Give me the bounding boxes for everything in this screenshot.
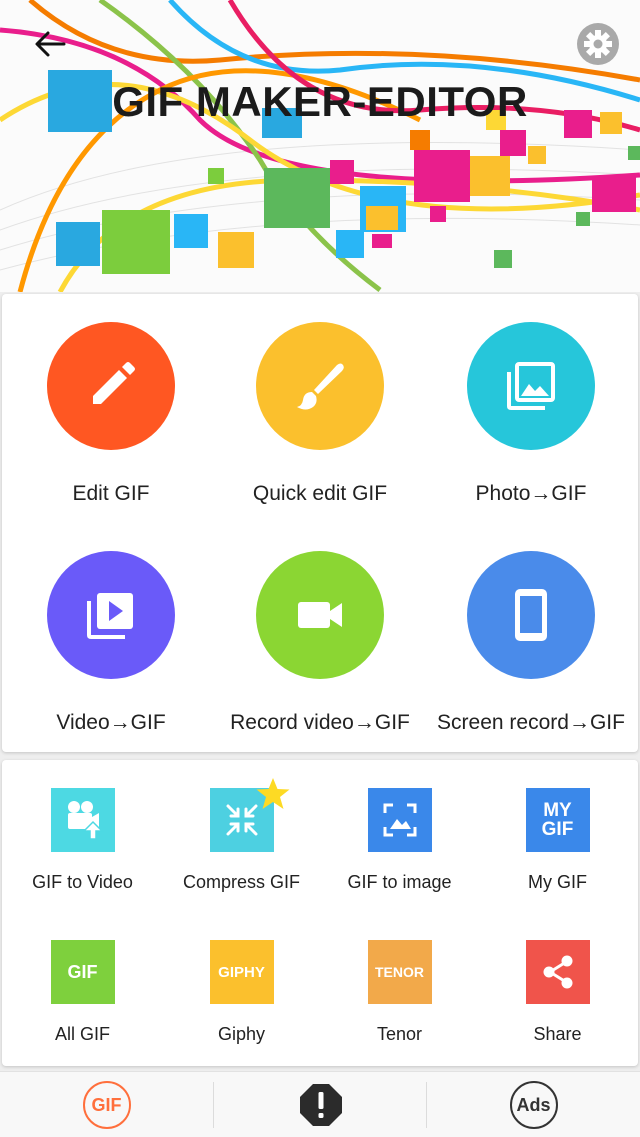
gif-to-image-button[interactable]: GIF to image bbox=[320, 788, 479, 893]
tenor-label: Tenor bbox=[376, 1024, 423, 1044]
edit-gif-button[interactable]: Edit GIF bbox=[5, 322, 217, 506]
giphy-tile-text: GIPHY bbox=[218, 963, 265, 981]
record-video-to-gif-button[interactable]: Record video→GIF bbox=[214, 551, 426, 735]
tenor-tile-text: TENOR bbox=[375, 963, 424, 980]
all-gif-tile-text: GIF bbox=[67, 961, 98, 982]
all-gif-button[interactable]: GIF All GIF bbox=[3, 940, 162, 1045]
extras-card: GIF to Video Compress GIF GIF to image M… bbox=[2, 760, 638, 1066]
nav-alert-button[interactable] bbox=[214, 1072, 427, 1137]
videocam-icon bbox=[256, 551, 384, 679]
my-gif-label: My GIF bbox=[528, 872, 587, 892]
nav-ads-button[interactable]: Ads bbox=[427, 1072, 640, 1137]
tenor-tile: TENOR bbox=[367, 940, 432, 1004]
screen-record-to-gif-button[interactable]: Screen record→GIF bbox=[425, 551, 637, 735]
app-title: GIF MAKER-EDITOR bbox=[112, 78, 528, 125]
compress-icon bbox=[209, 778, 289, 852]
gif-badge-icon: GIF bbox=[82, 1081, 131, 1129]
gif-to-video-button[interactable]: GIF to Video bbox=[3, 788, 162, 893]
header-banner: GIF MAKER-EDITOR bbox=[0, 0, 640, 292]
nav-gif-button[interactable]: GIF bbox=[0, 1072, 213, 1137]
share-button[interactable]: Share bbox=[478, 940, 637, 1045]
video-to-gif-label: Video→GIF bbox=[56, 711, 166, 734]
edit-gif-label: Edit GIF bbox=[72, 482, 150, 505]
giphy-button[interactable]: GIPHY Giphy bbox=[162, 940, 321, 1045]
gif-to-video-label: GIF to Video bbox=[32, 872, 133, 892]
star-icon bbox=[256, 778, 289, 809]
gear-icon bbox=[577, 23, 619, 65]
nav-ads-label: Ads bbox=[516, 1094, 551, 1115]
banner-art bbox=[0, 0, 640, 292]
photo-to-gif-label: Photo→GIF bbox=[475, 482, 587, 505]
image-frame-icon bbox=[367, 788, 432, 852]
share-icon bbox=[525, 940, 590, 1004]
alert-octagon-icon bbox=[299, 1084, 342, 1126]
share-label: Share bbox=[533, 1024, 582, 1044]
settings-button[interactable] bbox=[574, 20, 622, 68]
photo-library-icon bbox=[467, 322, 595, 450]
screen-record-to-gif-label: Screen record→GIF bbox=[437, 711, 625, 734]
all-gif-tile: GIF bbox=[50, 940, 115, 1004]
record-video-to-gif-label: Record video→GIF bbox=[230, 711, 410, 734]
film-camera-icon bbox=[50, 788, 115, 852]
gif-to-image-label: GIF to image bbox=[347, 872, 452, 892]
back-button[interactable] bbox=[26, 22, 74, 66]
my-gif-button[interactable]: MY GIF My GIF bbox=[478, 788, 637, 893]
quick-edit-gif-button[interactable]: Quick edit GIF bbox=[214, 322, 426, 506]
compress-gif-button[interactable]: Compress GIF bbox=[162, 778, 321, 893]
giphy-tile: GIPHY bbox=[209, 940, 274, 1004]
my-gif-tile-text: MY GIF bbox=[541, 800, 574, 840]
my-gif-tile: MY GIF bbox=[525, 788, 590, 852]
ads-badge-icon: Ads bbox=[509, 1081, 558, 1129]
all-gif-label: All GIF bbox=[54, 1024, 110, 1044]
brush-icon bbox=[256, 322, 384, 450]
main-tools-card: Edit GIF Quick edit GIF Photo→GIF Video→… bbox=[2, 294, 638, 752]
video-to-gif-button[interactable]: Video→GIF bbox=[5, 551, 217, 735]
photo-to-gif-button[interactable]: Photo→GIF bbox=[425, 322, 637, 506]
phone-icon bbox=[467, 551, 595, 679]
giphy-label: Giphy bbox=[217, 1024, 266, 1044]
compress-gif-label: Compress GIF bbox=[182, 872, 301, 892]
arrow-left-icon bbox=[35, 31, 66, 57]
bottom-nav: GIF Ads bbox=[0, 1071, 640, 1137]
video-library-icon bbox=[47, 551, 175, 679]
quick-edit-gif-label: Quick edit GIF bbox=[252, 482, 388, 505]
nav-gif-label: GIF bbox=[91, 1094, 122, 1115]
tenor-button[interactable]: TENOR Tenor bbox=[320, 940, 479, 1045]
pencil-icon bbox=[47, 322, 175, 450]
